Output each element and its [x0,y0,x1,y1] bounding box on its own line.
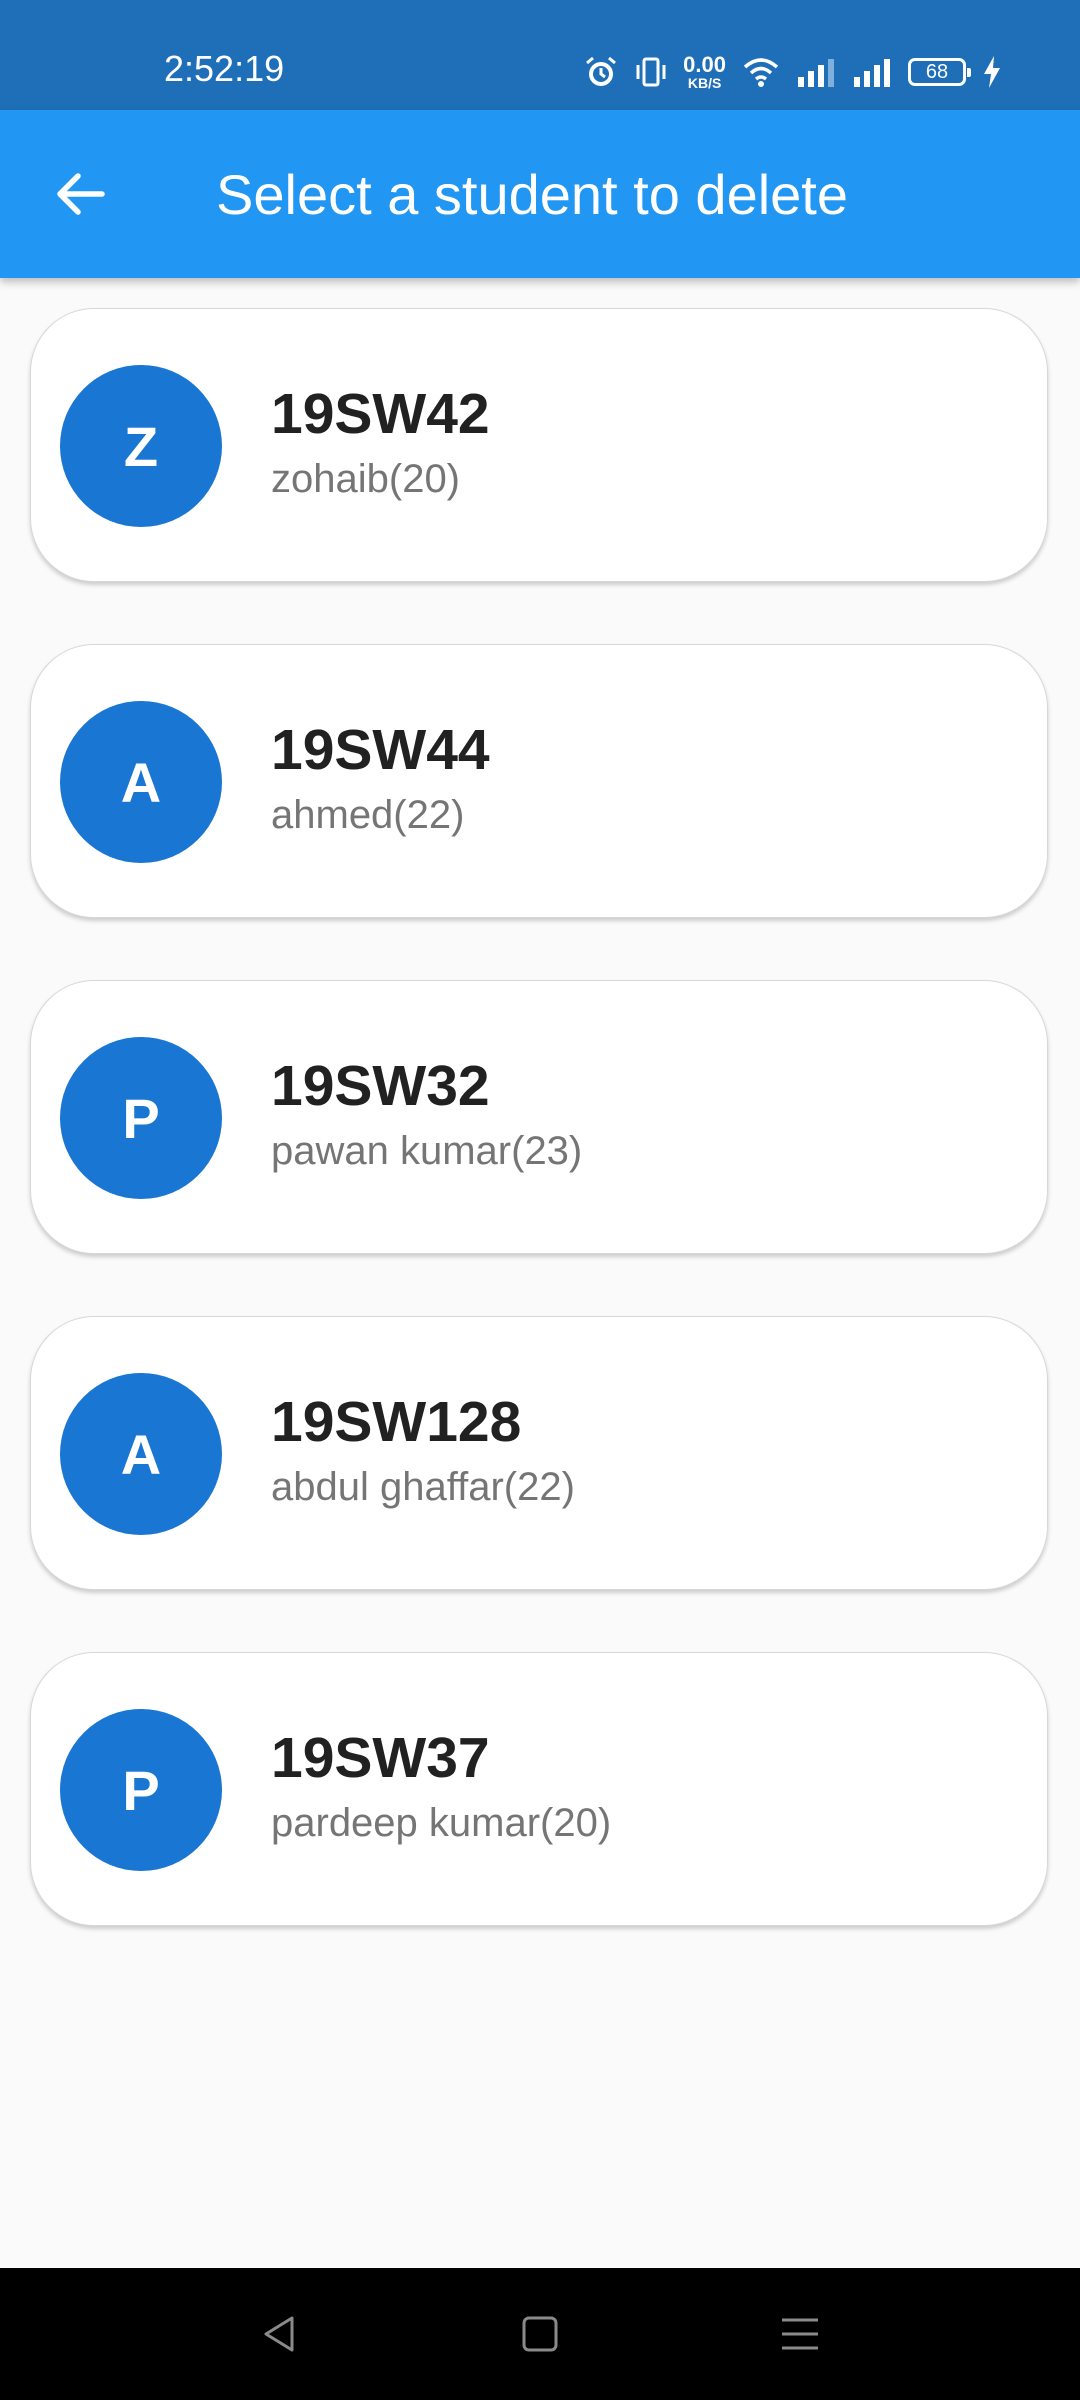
student-name: abdul ghaffar(22) [271,1465,575,1509]
student-name: pawan kumar(23) [271,1129,583,1173]
student-roll-number: 19SW128 [271,1390,522,1454]
avatar: A [60,701,222,863]
student-card[interactable]: P 19SW37 pardeep kumar(20) [30,1652,1048,1926]
navigation-bar [0,2268,1080,2400]
student-roll-number: 19SW42 [271,382,490,446]
vibrate-icon [635,55,667,89]
student-name: zohaib(20) [271,457,461,501]
student-roll-number: 19SW37 [271,1726,490,1790]
back-button[interactable] [40,154,120,234]
back-triangle-icon [264,2316,294,2352]
student-roll-number: 19SW32 [271,1054,490,1118]
signal-icon [852,57,892,87]
nav-back-button[interactable] [258,2312,302,2361]
avatar: P [60,1037,222,1199]
status-time: 2:52:19 [164,48,285,89]
battery-icon: 68 [908,58,971,86]
network-speed: 0.00 KB/S [683,52,726,91]
student-name: pardeep kumar(20) [271,1801,612,1845]
menu-lines-icon [782,2318,818,2350]
status-icons: 0.00 KB/S 68 [583,50,1002,94]
wifi-icon [742,56,780,88]
status-bar: 2:52:19 0.00 KB/S 68 [0,0,1080,110]
home-square-icon [522,2316,558,2352]
app-bar: Select a student to delete [0,110,1080,278]
student-card[interactable]: A 19SW128 abdul ghaffar(22) [30,1316,1048,1590]
student-card[interactable]: Z 19SW42 zohaib(20) [30,308,1048,582]
page-title: Select a student to delete [216,163,848,226]
avatar: Z [60,365,222,527]
alarm-icon [583,54,619,90]
avatar: P [60,1709,222,1871]
student-name: ahmed(22) [271,793,465,837]
arrow-back-icon [57,173,105,215]
avatar: A [60,1373,222,1535]
nav-home-button[interactable] [518,2312,562,2361]
signal-icon [796,57,836,87]
charging-icon [982,55,1002,89]
student-card[interactable]: A 19SW44 ahmed(22) [30,644,1048,918]
nav-menu-button[interactable] [778,2312,822,2361]
student-roll-number: 19SW44 [271,718,490,782]
student-card[interactable]: P 19SW32 pawan kumar(23) [30,980,1048,1254]
